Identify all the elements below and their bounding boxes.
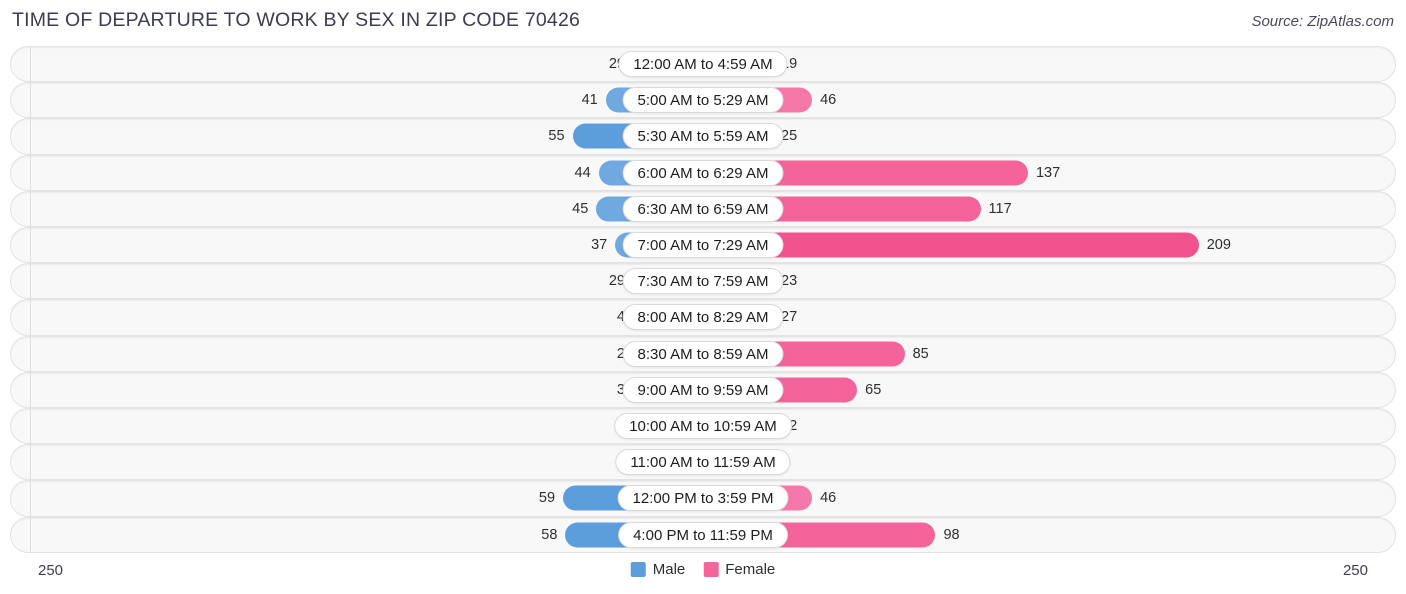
gridline	[30, 408, 31, 445]
table-row: 29 23 7:30 AM to 7:59 AM	[0, 263, 1406, 300]
table-row: 55 25 5:30 AM to 5:59 AM	[0, 118, 1406, 155]
bar-value-male: 45	[572, 200, 589, 217]
table-row: 37 209 7:00 AM to 7:29 AM	[0, 227, 1406, 264]
bar-value-male: 37	[591, 237, 608, 254]
category-label: 4:00 PM to 11:59 PM	[618, 521, 788, 548]
category-label: 12:00 AM to 4:59 AM	[618, 51, 788, 78]
category-label: 5:00 AM to 5:29 AM	[622, 87, 784, 114]
table-row: 3 65 9:00 AM to 9:59 AM	[0, 371, 1406, 408]
gridline	[30, 82, 31, 119]
bar-value-male: 58	[541, 526, 558, 543]
page-title: TIME OF DEPARTURE TO WORK BY SEX IN ZIP …	[12, 9, 581, 31]
table-row: 01210:00 AM to 10:59 AM	[0, 408, 1406, 445]
table-row: 45 117 6:30 AM to 6:59 AM	[0, 190, 1406, 227]
chart-footer: 250 250 Male Female	[0, 552, 1406, 594]
category-label: 11:00 AM to 11:59 AM	[615, 449, 791, 476]
bar-value-female: 209	[1206, 237, 1231, 254]
table-row: 4 27 8:00 AM to 8:29 AM	[0, 299, 1406, 336]
legend-item-male[interactable]: Male	[630, 561, 686, 578]
legend-label: Female	[725, 561, 776, 578]
legend-swatch-icon	[630, 562, 646, 577]
category-label: 7:30 AM to 7:59 AM	[622, 268, 784, 295]
category-label: 9:00 AM to 9:59 AM	[622, 376, 784, 403]
table-row: 58 98 4:00 PM to 11:59 PM	[0, 516, 1406, 553]
gridline	[30, 154, 31, 191]
axis-max-left: 250	[38, 562, 64, 579]
category-label: 7:00 AM to 7:29 AM	[622, 232, 784, 259]
table-row: 2011:00 AM to 11:59 AM	[0, 444, 1406, 481]
table-row: 29 19 12:00 AM to 4:59 AM	[0, 46, 1406, 83]
category-label: 5:30 AM to 5:59 AM	[622, 123, 784, 150]
axis-max-right: 250	[1342, 562, 1368, 579]
gridline	[30, 190, 31, 227]
gridline	[30, 227, 31, 264]
table-row: 44 137 6:00 AM to 6:29 AM	[0, 154, 1406, 191]
bar-value-female: 137	[1035, 164, 1061, 181]
gridline	[30, 335, 31, 372]
gridline	[30, 263, 31, 300]
category-label: 10:00 AM to 10:59 AM	[614, 413, 792, 440]
bar-value-male: 55	[548, 128, 565, 145]
bar-value-male: 41	[581, 92, 598, 109]
table-row: 59 46 12:00 PM to 3:59 PM	[0, 480, 1406, 517]
bar-value-female: 117	[988, 200, 1012, 217]
gridline	[30, 299, 31, 336]
gridline	[30, 480, 31, 517]
category-label: 8:30 AM to 8:59 AM	[622, 340, 784, 367]
gridline	[30, 516, 31, 553]
chart-header: TIME OF DEPARTURE TO WORK BY SEX IN ZIP …	[0, 0, 1406, 44]
bar-value-female: 46	[820, 92, 837, 109]
bar-value-female: 98	[943, 526, 960, 543]
bar-value-female: 46	[820, 490, 837, 507]
gridline	[30, 444, 31, 481]
chart-legend: Male Female	[630, 561, 775, 578]
category-label: 8:00 AM to 8:29 AM	[622, 304, 784, 331]
diverging-bar-chart: 29 19 12:00 AM to 4:59 AM 41 46 5:00 AM to 5:…	[0, 46, 1406, 553]
table-row: 41 46 5:00 AM to 5:29 AM	[0, 82, 1406, 119]
category-label: 6:30 AM to 6:59 AM	[622, 195, 784, 222]
legend-label: Male	[652, 561, 686, 578]
bar-value-female: 85	[912, 345, 929, 362]
gridline	[30, 46, 31, 83]
gridline	[30, 118, 31, 155]
bar-value-male: 59	[538, 490, 556, 507]
category-label: 6:00 AM to 6:29 AM	[622, 159, 784, 186]
gridline	[30, 371, 31, 408]
bar-value-female: 65	[865, 381, 882, 398]
table-row: 2 85 8:30 AM to 8:59 AM	[0, 335, 1406, 372]
category-label: 12:00 PM to 3:59 PM	[617, 485, 789, 512]
legend-swatch-icon	[703, 562, 719, 577]
bar-value-male: 44	[574, 164, 591, 181]
source-attribution: Source: ZipAtlas.com	[1251, 13, 1394, 30]
legend-item-female[interactable]: Female	[703, 561, 775, 578]
